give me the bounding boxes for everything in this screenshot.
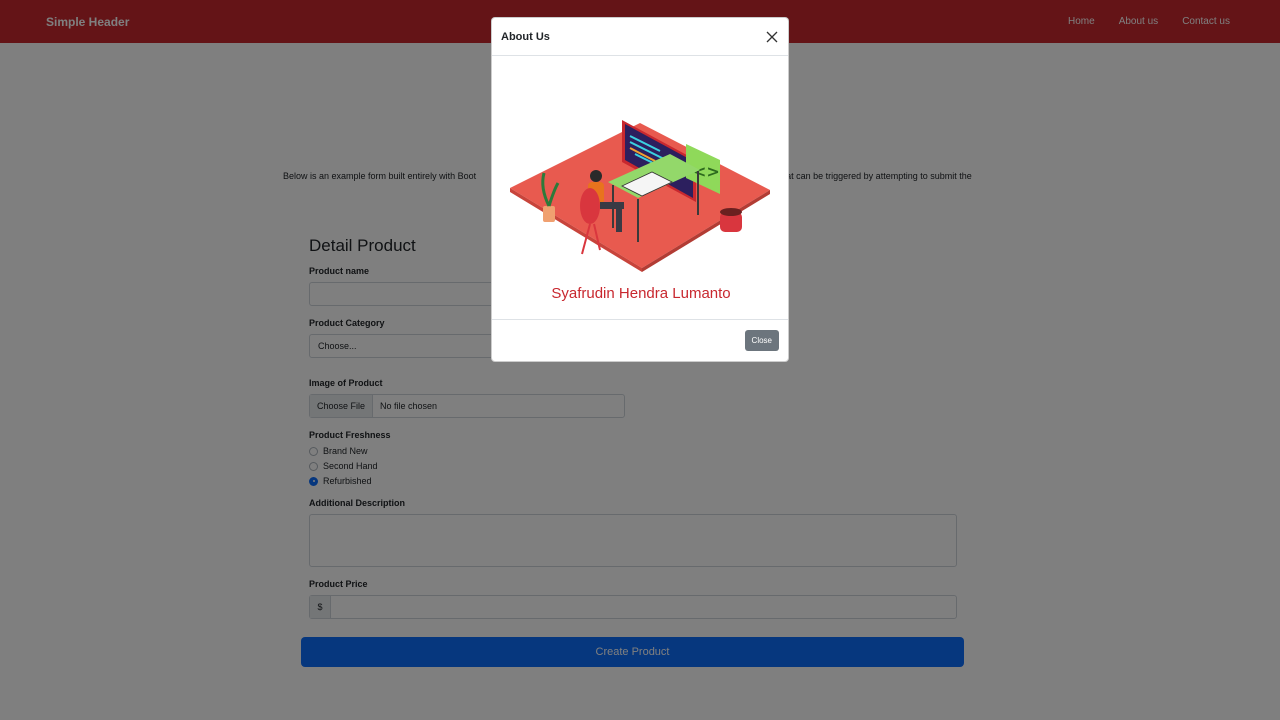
developer-at-desk-illustration-icon: <> <box>510 120 770 272</box>
modal-header: About Us <box>492 18 788 56</box>
author-name: Syafrudin Hendra Lumanto <box>551 285 731 302</box>
close-button[interactable]: Close <box>744 330 779 351</box>
about-us-modal: About Us <> Syafrudin Hendra Lumanto Clo… <box>491 17 789 362</box>
close-icon[interactable] <box>765 30 779 44</box>
modal-body: <> Syafrudin Hendra Lumanto <box>492 56 788 320</box>
modal-title: About Us <box>501 30 550 43</box>
modal-footer: Close <box>492 320 788 361</box>
